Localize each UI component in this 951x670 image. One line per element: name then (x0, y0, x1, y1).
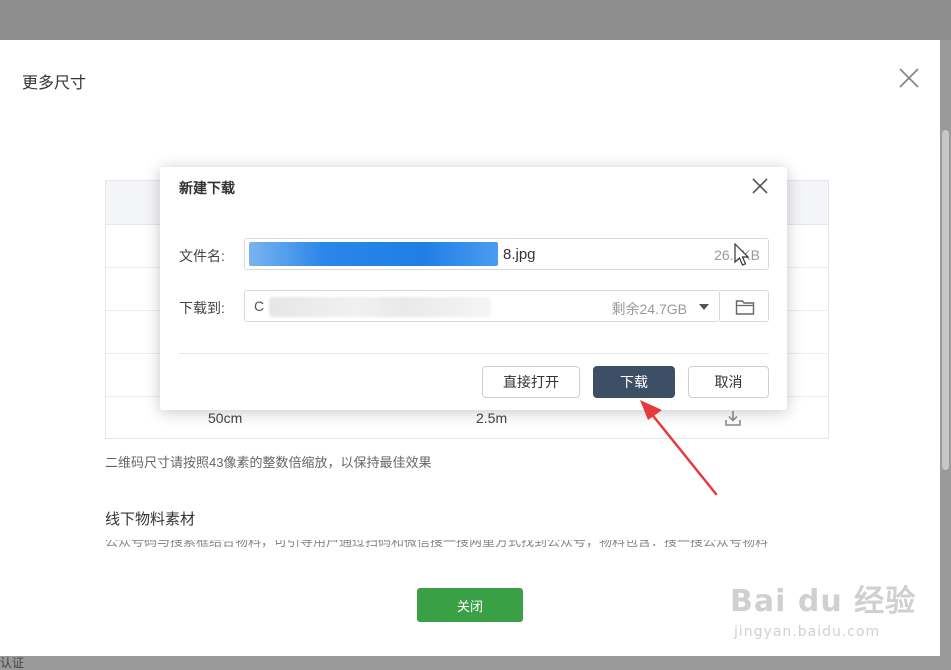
filename-selection (249, 242, 498, 266)
section-description-text: 公众号码与搜索框结合物料，可引导用户通过扫码和微信搜一搜两重方式找到公众号，物料… (105, 540, 769, 549)
open-directly-button[interactable]: 直接打开 (482, 366, 580, 398)
size-tip: 二维码尺寸请按照43像素的整数倍缩放，以保持最佳效果 (105, 455, 432, 470)
path-redacted (269, 297, 491, 317)
divider (179, 353, 769, 354)
file-size: 26.5KB (714, 247, 760, 263)
section-description: 公众号码与搜索框结合物料，可引导用户通过扫码和微信搜一搜两重方式找到公众号，物料… (105, 540, 825, 550)
section-title: 线下物料素材 (105, 511, 196, 528)
browse-folder-button[interactable] (720, 290, 769, 322)
download-icon[interactable] (724, 409, 742, 427)
bottom-text: 认证 (0, 656, 25, 670)
background-bottom (0, 656, 951, 670)
watermark-url: jingyan.baidu.com (734, 624, 881, 640)
page-scrollbar[interactable] (940, 40, 951, 656)
scrollbar-thumb[interactable] (942, 130, 949, 470)
close-button[interactable]: 关闭 (417, 588, 523, 622)
folder-icon (735, 300, 755, 315)
close-icon[interactable] (750, 176, 770, 196)
size-cell: 50cm (208, 410, 243, 426)
watermark: Bai du 经验 jingyan.baidu.com (730, 568, 930, 648)
background-top (0, 0, 951, 40)
distance-cell: 2.5m (476, 410, 508, 426)
dialog-title: 更多尺寸 (22, 75, 87, 92)
path-label: 下载到: (179, 300, 225, 316)
download-path-select[interactable]: C 剩余24.7GB (244, 290, 720, 322)
chevron-down-icon[interactable] (699, 304, 709, 310)
path-prefix: C (254, 298, 265, 314)
download-dialog-title: 新建下载 (179, 180, 235, 196)
filename-input[interactable]: 8.jpg 26.5KB (244, 238, 769, 270)
download-button[interactable]: 下载 (593, 366, 675, 398)
filename-value: 8.jpg (503, 246, 536, 263)
filename-label: 文件名: (179, 248, 225, 264)
free-space: 剩余24.7GB (611, 301, 687, 317)
new-download-dialog: 新建下载 文件名: 8.jpg 26.5KB 下载到: C 剩余24.7GB 直… (160, 167, 787, 410)
cancel-button[interactable]: 取消 (688, 366, 769, 398)
close-icon[interactable] (896, 65, 922, 91)
watermark-logo: Bai du 经验 (730, 584, 917, 619)
